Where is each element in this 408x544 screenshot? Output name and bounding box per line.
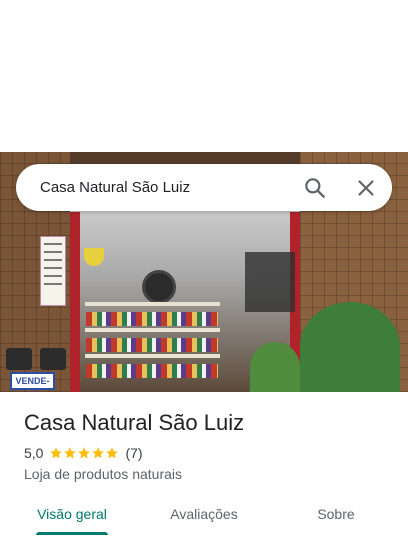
door-frame-left (70, 212, 80, 392)
hanging-bags (245, 252, 295, 312)
tab-reviews[interactable]: Avaliações (158, 496, 250, 534)
star-icon (106, 447, 119, 459)
pot (40, 348, 66, 370)
search-query[interactable]: Casa Natural São Luiz (40, 164, 190, 211)
active-tab-indicator (36, 532, 108, 535)
close-icon[interactable] (353, 175, 379, 201)
plants (250, 342, 300, 392)
review-count[interactable]: (7) (125, 445, 142, 461)
search-bar[interactable]: Casa Natural São Luiz (16, 164, 392, 211)
place-tabs: Visão geral Avaliações Sobre (0, 496, 408, 544)
pot (6, 348, 32, 370)
shelf-products (86, 338, 218, 352)
star-icon (78, 447, 91, 459)
plants (300, 302, 400, 392)
place-category[interactable]: Loja de produtos naturais (24, 466, 182, 482)
tab-about[interactable]: Sobre (300, 496, 372, 534)
shelf (85, 354, 220, 358)
star-icon (50, 447, 63, 459)
search-icon[interactable] (302, 175, 328, 201)
place-title: Casa Natural São Luiz (24, 410, 245, 435)
rating-stars (49, 446, 119, 460)
rating-value: 5,0 (24, 445, 44, 461)
shelf-products (86, 364, 218, 378)
shelf (85, 328, 220, 332)
shelf-products (86, 312, 218, 326)
wheel-decoration (142, 270, 176, 304)
star-icon (92, 447, 105, 459)
sale-sign: VENDE-SE (10, 372, 55, 392)
shelf (85, 302, 220, 306)
notice-board (40, 236, 66, 306)
star-icon (64, 447, 77, 459)
rating-row[interactable]: 5,0 (7) (24, 444, 143, 462)
tab-overview[interactable]: Visão geral (28, 496, 116, 534)
